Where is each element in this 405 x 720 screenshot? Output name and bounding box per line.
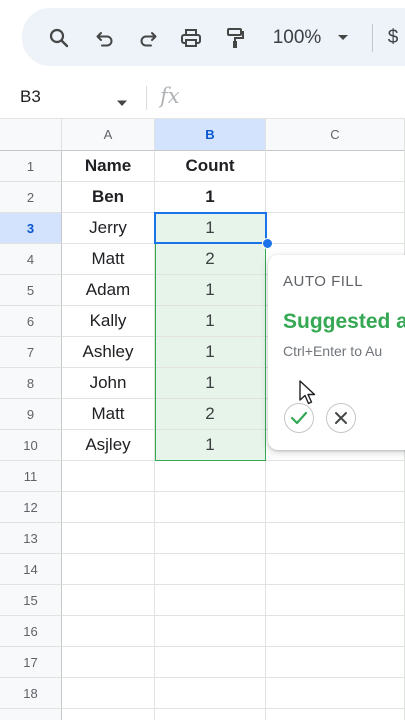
row-header-6[interactable]: 6 <box>0 306 62 337</box>
autofill-heading: Suggested a <box>283 310 405 333</box>
row-header-15[interactable]: 15 <box>0 585 62 616</box>
row-header-2[interactable]: 2 <box>0 182 62 213</box>
row-header-16[interactable]: 16 <box>0 616 62 647</box>
cell-c15[interactable] <box>266 585 405 616</box>
column-header-a[interactable]: A <box>62 119 155 151</box>
zoom-select[interactable]: 100% <box>268 24 326 52</box>
row-header-3[interactable]: 3 <box>0 213 62 244</box>
cell-a10[interactable]: Asjley <box>62 430 155 461</box>
cell-c17[interactable] <box>266 647 405 678</box>
cell-c11[interactable] <box>266 461 405 492</box>
row-header-10[interactable]: 10 <box>0 430 62 461</box>
row-header-14[interactable]: 14 <box>0 554 62 585</box>
cell-b3[interactable]: 1 <box>155 213 266 244</box>
cell-c3[interactable] <box>266 213 405 244</box>
row-header-13[interactable]: 13 <box>0 523 62 554</box>
cell-a5[interactable]: Adam <box>62 275 155 306</box>
row-header-18[interactable]: 18 <box>0 678 62 709</box>
cell-b12[interactable] <box>155 492 266 523</box>
cell-b2[interactable]: 1 <box>155 182 266 213</box>
cell-c1[interactable] <box>266 151 405 182</box>
cell-b5[interactable]: 1 <box>155 275 266 306</box>
cell-a18[interactable] <box>62 678 155 709</box>
cell-c16[interactable] <box>266 616 405 647</box>
row-header-5[interactable]: 5 <box>0 275 62 306</box>
cell-a15[interactable] <box>62 585 155 616</box>
cell-a8[interactable]: John <box>62 368 155 399</box>
fx-icon: fx <box>160 84 180 108</box>
cell-b8[interactable]: 1 <box>155 368 266 399</box>
fill-handle[interactable] <box>262 238 273 249</box>
cell-b4[interactable]: 2 <box>155 244 266 275</box>
formula-bar-divider <box>146 86 147 110</box>
autofill-hint: Ctrl+Enter to Au <box>283 343 383 359</box>
cell-b9[interactable]: 2 <box>155 399 266 430</box>
cell-a6[interactable]: Kally <box>62 306 155 337</box>
cell-c14[interactable] <box>266 554 405 585</box>
column-header-c[interactable]: C <box>266 119 405 151</box>
autofill-title: AUTO FILL <box>283 273 364 290</box>
spreadsheet-window: 100% $ B3 fx A B C 1 Name Count 2 Ben 1 3 Jerry 1 4 M… <box>0 0 405 720</box>
row-header-7[interactable]: 7 <box>0 337 62 368</box>
cell-b13[interactable] <box>155 523 266 554</box>
row-header-9[interactable]: 9 <box>0 399 62 430</box>
cell-a7[interactable]: Ashley <box>62 337 155 368</box>
cell-a11[interactable] <box>62 461 155 492</box>
cell-c19[interactable] <box>266 709 405 720</box>
cell-b17[interactable] <box>155 647 266 678</box>
chevron-down-icon[interactable] <box>116 94 128 112</box>
cell-a2[interactable]: Ben <box>62 182 155 213</box>
undo-icon[interactable] <box>92 24 118 52</box>
redo-icon[interactable] <box>135 24 161 52</box>
select-all-corner[interactable] <box>0 119 62 151</box>
row-header-8[interactable]: 8 <box>0 368 62 399</box>
zoom-value: 100% <box>272 27 322 48</box>
name-box[interactable]: B3 <box>20 87 41 107</box>
row-header-12[interactable]: 12 <box>0 492 62 523</box>
cell-b11[interactable] <box>155 461 266 492</box>
cell-b6[interactable]: 1 <box>155 306 266 337</box>
currency-label: $ <box>387 27 399 48</box>
cell-a3[interactable]: Jerry <box>62 213 155 244</box>
cell-c2[interactable] <box>266 182 405 213</box>
cell-b15[interactable] <box>155 585 266 616</box>
check-icon <box>290 411 308 425</box>
cell-a1[interactable]: Name <box>62 151 155 182</box>
cell-c18[interactable] <box>266 678 405 709</box>
cell-b1[interactable]: Count <box>155 151 266 182</box>
cell-a13[interactable] <box>62 523 155 554</box>
row-header-17[interactable]: 17 <box>0 647 62 678</box>
row-header-11[interactable]: 11 <box>0 461 62 492</box>
cell-a9[interactable]: Matt <box>62 399 155 430</box>
paint-format-icon[interactable] <box>222 24 248 52</box>
cell-b18[interactable] <box>155 678 266 709</box>
autofill-suggestion-card: AUTO FILL Suggested a Ctrl+Enter to Au <box>268 255 405 450</box>
toolbar-divider <box>372 24 373 52</box>
formula-bar: B3 fx <box>0 78 405 119</box>
cell-c13[interactable] <box>266 523 405 554</box>
cell-b19[interactable] <box>155 709 266 720</box>
cell-b14[interactable] <box>155 554 266 585</box>
row-header-19[interactable]: 19 <box>0 709 62 720</box>
cell-a19[interactable] <box>62 709 155 720</box>
cell-b16[interactable] <box>155 616 266 647</box>
cell-c12[interactable] <box>266 492 405 523</box>
cell-a14[interactable] <box>62 554 155 585</box>
cell-a12[interactable] <box>62 492 155 523</box>
cell-a16[interactable] <box>62 616 155 647</box>
chevron-down-icon[interactable] <box>336 24 350 52</box>
cell-b7[interactable]: 1 <box>155 337 266 368</box>
mouse-pointer-icon <box>299 380 317 411</box>
row-header-4[interactable]: 4 <box>0 244 62 275</box>
row-header-1[interactable]: 1 <box>0 151 62 182</box>
cell-a4[interactable]: Matt <box>62 244 155 275</box>
print-icon[interactable] <box>178 24 204 52</box>
dismiss-autofill-button[interactable] <box>326 403 356 433</box>
close-icon <box>335 412 347 424</box>
cell-b10[interactable]: 1 <box>155 430 266 461</box>
column-header-b[interactable]: B <box>155 119 266 151</box>
search-icon[interactable] <box>46 24 72 52</box>
cell-a17[interactable] <box>62 647 155 678</box>
currency-format-button[interactable]: $ <box>386 24 400 52</box>
